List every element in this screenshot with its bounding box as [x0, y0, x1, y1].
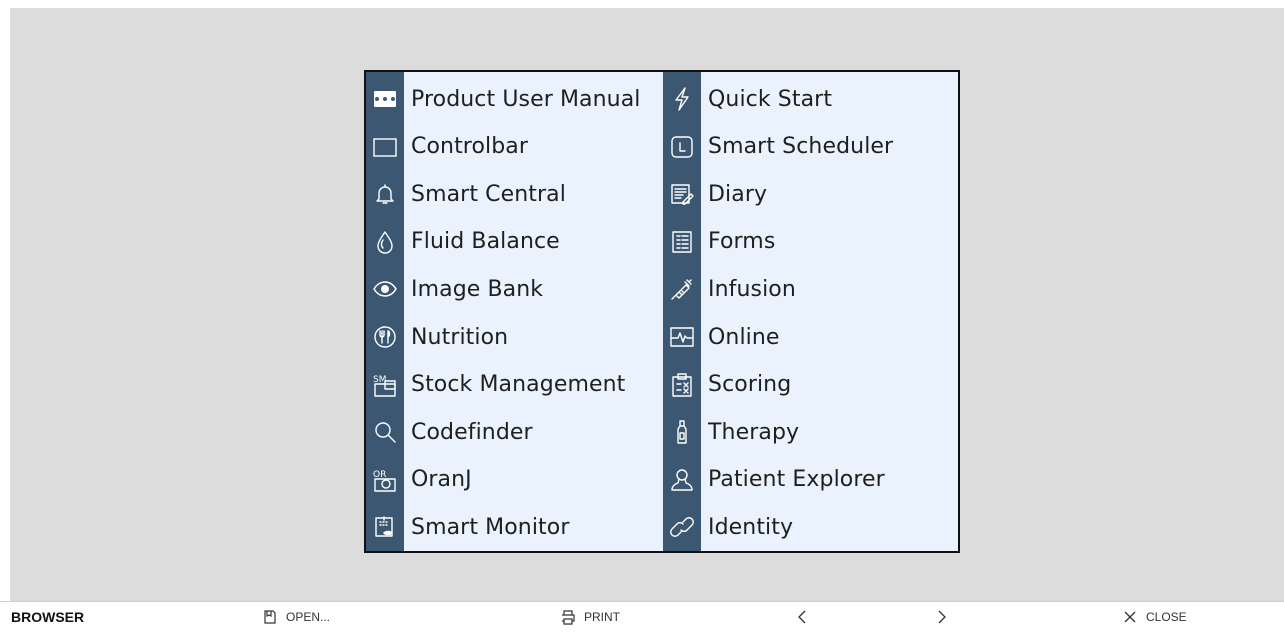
menu-item-label: Nutrition — [411, 324, 509, 350]
bottom-toolbar: BROWSER OPEN... PRINT CLOSE — [0, 601, 1284, 632]
menu-item-therapy[interactable]: Therapy — [663, 408, 958, 456]
open-button[interactable]: OPEN... — [262, 602, 330, 632]
manual-icon — [366, 75, 404, 123]
close-button[interactable]: CLOSE — [1122, 602, 1187, 632]
clipboard-icon — [663, 361, 701, 409]
menu-item-product-user-manual[interactable]: Product User Manual — [366, 75, 664, 123]
chevron-left-icon — [798, 610, 806, 624]
menu-item-online[interactable]: Online — [663, 313, 958, 361]
cutlery-icon — [366, 313, 404, 361]
menu-item-stock-management[interactable]: SM Stock Management — [366, 361, 664, 409]
menu-item-label: Therapy — [708, 419, 800, 445]
menu-item-label: Codefinder — [411, 419, 533, 445]
bell-icon — [366, 170, 404, 218]
print-button[interactable]: PRINT — [560, 602, 620, 632]
menu-item-label: Controlbar — [411, 134, 529, 160]
next-button[interactable] — [934, 602, 958, 632]
menu-item-label: Stock Management — [411, 372, 626, 398]
menu-item-image-bank[interactable]: Image Bank — [366, 265, 664, 313]
menu-item-diary[interactable]: Diary — [663, 170, 958, 218]
menu-item-identity[interactable]: Identity — [663, 503, 958, 551]
link-icon — [663, 503, 701, 551]
controlbar-icon — [366, 123, 404, 171]
menu-item-smart-scheduler[interactable]: Smart Scheduler — [663, 123, 958, 171]
chevron-right-icon — [938, 610, 946, 624]
bottle-icon — [663, 408, 701, 456]
menu-panel: Product User Manual Controlbar Smart Centr… — [364, 70, 960, 553]
menu-item-scoring[interactable]: Scoring — [663, 361, 958, 409]
menu-item-label: Scoring — [708, 372, 792, 398]
ecg-icon — [663, 313, 701, 361]
menu-item-forms[interactable]: Forms — [663, 218, 958, 266]
open-document-icon — [264, 610, 276, 624]
monitor-icon — [366, 503, 404, 551]
eye-icon — [366, 265, 404, 313]
menu-item-fluid-balance[interactable]: Fluid Balance — [366, 218, 664, 266]
menu-item-label: Identity — [708, 514, 794, 540]
menu-item-label: Image Bank — [411, 276, 544, 302]
menu-column-right: Quick Start Smart Scheduler Diary Forms Infu… — [663, 72, 958, 551]
content-area: Product User Manual Controlbar Smart Centr… — [10, 8, 1284, 601]
diary-icon — [663, 170, 701, 218]
menu-item-label: Patient Explorer — [708, 467, 885, 493]
menu-item-label: OranJ — [411, 467, 472, 493]
menu-item-label: Quick Start — [708, 86, 833, 112]
print-label: PRINT — [584, 610, 620, 624]
menu-item-smart-central[interactable]: Smart Central — [366, 170, 664, 218]
menu-item-label: Online — [708, 324, 780, 350]
menu-item-label: Fluid Balance — [411, 229, 560, 255]
printer-icon — [562, 610, 575, 625]
menu-item-controlbar[interactable]: Controlbar — [366, 123, 664, 171]
close-icon — [1124, 611, 1136, 623]
forms-icon — [663, 218, 701, 266]
menu-item-label: Smart Scheduler — [708, 134, 894, 160]
sm-box-icon: SM — [366, 361, 404, 409]
lightning-icon — [663, 75, 701, 123]
menu-item-smart-monitor[interactable]: Smart Monitor — [366, 503, 664, 551]
search-icon — [366, 408, 404, 456]
menu-item-label: Diary — [708, 181, 768, 207]
menu-item-patient-explorer[interactable]: Patient Explorer — [663, 456, 958, 504]
menu-item-quick-start[interactable]: Quick Start — [663, 75, 958, 123]
menu-item-label: Product User Manual — [411, 86, 641, 112]
menu-item-infusion[interactable]: Infusion — [663, 265, 958, 313]
menu-item-label: Smart Central — [411, 181, 566, 207]
previous-button[interactable] — [794, 602, 818, 632]
syringe-icon — [663, 265, 701, 313]
person-icon — [663, 456, 701, 504]
scheduler-icon — [663, 123, 701, 171]
menu-column-left: Product User Manual Controlbar Smart Centr… — [366, 72, 664, 551]
app-name: BROWSER — [11, 609, 85, 625]
open-label: OPEN... — [286, 610, 331, 624]
menu-item-codefinder[interactable]: Codefinder — [366, 408, 664, 456]
menu-item-label: Forms — [708, 229, 776, 255]
or-icon: OR — [366, 456, 404, 504]
menu-item-oranj[interactable]: OR OranJ — [366, 456, 664, 504]
menu-item-nutrition[interactable]: Nutrition — [366, 313, 664, 361]
menu-item-label: Infusion — [708, 276, 796, 302]
close-label: CLOSE — [1146, 610, 1187, 624]
menu-item-label: Smart Monitor — [411, 514, 570, 540]
drop-icon — [366, 218, 404, 266]
